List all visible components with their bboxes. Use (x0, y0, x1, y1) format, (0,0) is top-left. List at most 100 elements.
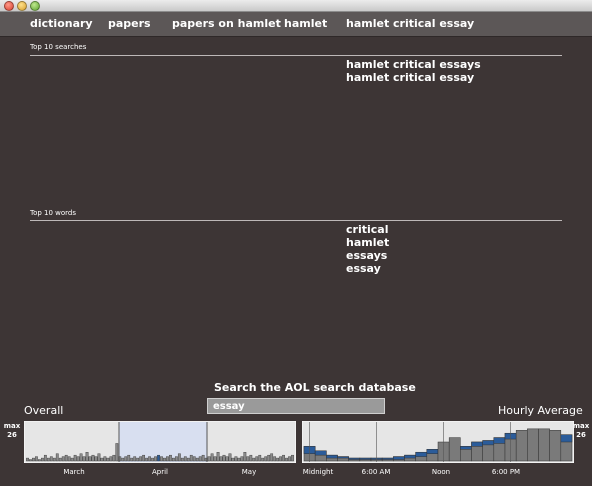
overall-bar (115, 443, 119, 462)
nav-item-papers[interactable]: papers (108, 17, 151, 30)
overall-bar (264, 456, 268, 462)
overall-bar (35, 456, 38, 462)
overall-bar (169, 454, 172, 462)
overall-bar (55, 453, 59, 462)
hourly-max-label: max 26 (572, 422, 590, 440)
minimize-window-button[interactable] (17, 1, 27, 11)
overall-bar (91, 454, 95, 462)
overall-bar (67, 456, 71, 462)
hourly-tick-label: Noon (431, 468, 451, 476)
overall-bar (64, 454, 68, 462)
overall-bar (207, 456, 211, 462)
hourly-chart[interactable] (302, 421, 574, 463)
nav-item-dictionary[interactable]: dictionary (30, 17, 93, 30)
overall-bar (82, 456, 86, 462)
word-item[interactable]: critical (346, 223, 389, 236)
overall-bar (145, 457, 148, 462)
overall-bar (192, 456, 196, 462)
overall-bar (279, 456, 282, 462)
word-item[interactable]: hamlet (346, 236, 389, 249)
overall-bar (231, 457, 235, 462)
hourly-bar-highlight (393, 456, 405, 460)
overall-bar (49, 456, 53, 462)
top-words-list: critical hamlet essays essay (346, 223, 389, 275)
overall-bar (237, 457, 241, 462)
overall-bar (106, 457, 110, 462)
overall-bar (136, 457, 140, 462)
overall-bar (26, 457, 29, 462)
overall-bar (38, 459, 41, 462)
overall-bar (270, 453, 274, 462)
hourly-chart-title: Hourly Average (498, 404, 583, 417)
overall-bar (258, 454, 262, 462)
nav-item-hamlet-critical-essay[interactable]: hamlet critical essay (346, 17, 474, 30)
hourly-bar-highlight (326, 454, 338, 459)
zoom-window-button[interactable] (30, 1, 40, 11)
overall-bar (76, 456, 80, 462)
overall-bar (46, 457, 50, 462)
overall-chart[interactable] (24, 421, 296, 463)
top-words-divider (30, 220, 562, 221)
word-item[interactable]: essays (346, 249, 389, 262)
overall-bar (124, 456, 128, 462)
overall-bar (273, 456, 277, 462)
overall-bar (151, 457, 154, 462)
hourly-bar-highlight (426, 449, 439, 454)
overall-bar (154, 456, 157, 462)
overall-bar (213, 456, 217, 462)
overall-bar (183, 456, 187, 462)
overall-tick-label: May (241, 468, 257, 476)
overall-bar (186, 457, 190, 462)
hourly-bar-highlight (493, 437, 506, 444)
search-result-item[interactable]: hamlet critical essays (346, 58, 481, 71)
hourly-bar-highlight (348, 457, 361, 460)
overall-bar (282, 454, 285, 462)
hourly-max-word: max (572, 422, 590, 430)
overall-bar (195, 457, 199, 462)
overall-bar (133, 456, 137, 462)
word-item[interactable]: essay (346, 262, 389, 275)
overall-bar (100, 457, 104, 462)
overall-bar (112, 454, 116, 462)
overall-bar (234, 456, 238, 462)
overall-bar (267, 454, 271, 462)
overall-bar (97, 453, 101, 462)
overall-bar (109, 456, 113, 462)
hourly-bar-highlight (560, 434, 573, 443)
overall-bar (172, 457, 175, 462)
hourly-bar (515, 430, 528, 462)
overall-bar (255, 456, 259, 462)
overall-bar (70, 457, 74, 462)
hourly-bar-highlight (482, 440, 495, 446)
overall-bar (40, 457, 44, 462)
overall-bar (201, 454, 205, 462)
overall-bar (285, 457, 288, 462)
overall-bar (94, 456, 98, 462)
overall-bar (261, 457, 265, 462)
nav-item-papers-on-hamlet[interactable]: papers on hamlet (172, 17, 281, 30)
nav-item-hamlet[interactable]: hamlet (284, 17, 327, 30)
hourly-bar-highlight (471, 441, 483, 447)
overall-bar (79, 453, 83, 462)
overall-bar (29, 459, 32, 462)
hourly-bar-highlight (359, 457, 372, 460)
top-searches-list: hamlet critical essays hamlet critical e… (346, 58, 481, 84)
window-titlebar (0, 0, 592, 12)
overall-bar (174, 456, 178, 462)
overall-tick-label: March (63, 468, 85, 476)
hourly-bar (549, 430, 562, 462)
overall-bar (32, 457, 35, 462)
overall-bar (160, 456, 163, 462)
overall-bar (148, 456, 151, 462)
overall-bar (180, 457, 184, 462)
hourly-bar-highlight (404, 454, 416, 459)
overall-bar (228, 453, 232, 462)
search-result-item[interactable]: hamlet critical essay (346, 71, 481, 84)
hourly-tick-label: 6:00 PM (491, 468, 521, 476)
close-window-button[interactable] (4, 1, 14, 11)
overall-tick-label: April (152, 468, 168, 476)
search-input[interactable] (207, 398, 385, 414)
hourly-bar-highlight (337, 456, 349, 459)
hourly-tick-label: 6:00 AM (361, 468, 391, 476)
overall-bar (177, 453, 181, 462)
